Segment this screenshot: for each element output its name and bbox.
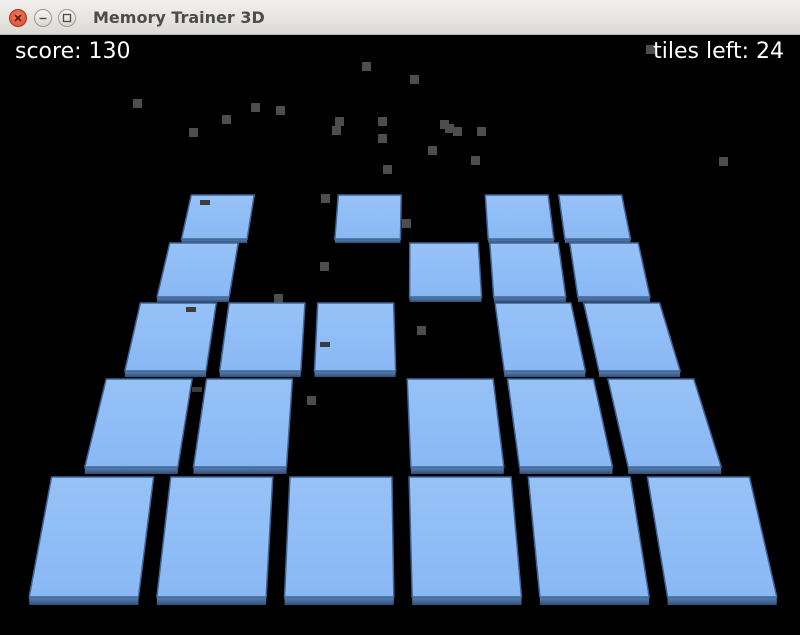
particle: [453, 127, 462, 136]
memory-tile[interactable]: [408, 242, 483, 302]
minimize-icon[interactable]: [34, 9, 52, 27]
memory-tile[interactable]: [156, 242, 240, 302]
memory-tile[interactable]: [488, 242, 567, 302]
particle: [719, 157, 728, 166]
particle: [276, 106, 285, 115]
particle: [320, 342, 330, 347]
memory-tile[interactable]: [557, 194, 632, 243]
particle: [222, 115, 231, 124]
memory-tile[interactable]: [582, 302, 682, 377]
particle: [428, 146, 437, 155]
memory-tile[interactable]: [494, 302, 587, 377]
memory-tile[interactable]: [408, 476, 523, 605]
memory-tile[interactable]: [180, 194, 256, 243]
close-icon[interactable]: [9, 9, 27, 27]
memory-tile[interactable]: [527, 476, 651, 605]
particle: [133, 99, 142, 108]
particle: [378, 117, 387, 126]
maximize-icon[interactable]: [58, 9, 76, 27]
particle: [383, 165, 392, 174]
particle: [332, 126, 341, 135]
memory-tile[interactable]: [406, 378, 505, 474]
memory-tile[interactable]: [123, 302, 218, 377]
particle: [186, 307, 196, 312]
particle: [321, 194, 330, 203]
particle: [410, 75, 419, 84]
tiles-left-display: tiles left: 24: [653, 39, 784, 64]
game-window: Memory Trainer 3D score: 130 tiles left:…: [0, 0, 800, 635]
memory-tile[interactable]: [313, 302, 397, 377]
particle: [417, 326, 426, 335]
particle: [477, 127, 486, 136]
particle: [402, 219, 411, 228]
particle: [189, 128, 198, 137]
memory-tile[interactable]: [218, 302, 306, 377]
particle: [274, 294, 283, 303]
particle: [445, 124, 454, 133]
memory-tile[interactable]: [506, 378, 614, 474]
particle: [378, 134, 387, 143]
particle: [362, 62, 371, 71]
memory-tile[interactable]: [568, 242, 651, 302]
memory-tile[interactable]: [83, 378, 193, 474]
memory-tile[interactable]: [484, 194, 555, 243]
particle: [192, 387, 202, 392]
memory-tile[interactable]: [606, 378, 723, 474]
memory-tile[interactable]: [334, 194, 402, 243]
particle: [471, 156, 480, 165]
memory-tile[interactable]: [156, 476, 274, 605]
particle: [200, 200, 210, 205]
title-bar[interactable]: Memory Trainer 3D: [0, 0, 800, 35]
particle: [335, 117, 344, 126]
score-display: score: 130: [15, 39, 131, 64]
memory-tile[interactable]: [192, 378, 294, 474]
memory-tile[interactable]: [646, 476, 778, 605]
tile-board[interactable]: [0, 35, 800, 635]
window-title: Memory Trainer 3D: [93, 8, 265, 27]
memory-tile[interactable]: [283, 476, 395, 605]
particle: [307, 396, 316, 405]
game-viewport[interactable]: score: 130 tiles left: 24: [0, 35, 800, 635]
memory-tile[interactable]: [28, 476, 155, 605]
particle: [320, 262, 329, 271]
particle: [251, 103, 260, 112]
